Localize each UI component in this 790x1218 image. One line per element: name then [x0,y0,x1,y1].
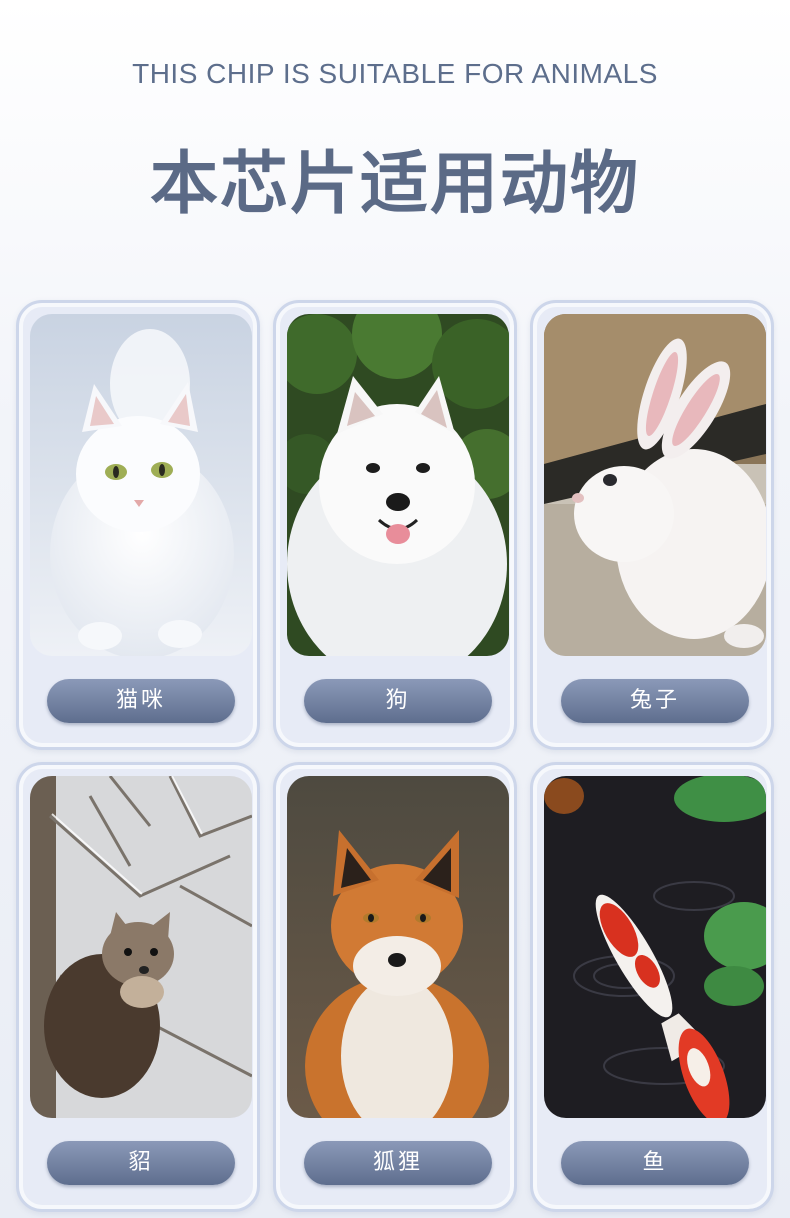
animal-label-fish: 鱼 [561,1141,749,1185]
animal-label-dog: 狗 [304,679,492,723]
white-cat-photo [30,314,252,656]
animal-card-fish: 鱼 [530,762,774,1212]
animal-label-fox: 狐狸 [304,1141,492,1185]
animal-card-fox: 狐狸 [273,762,517,1212]
animal-grid: 猫咪 狗 兔子 貂 狐狸 鱼 [16,300,778,1218]
samoyed-dog-photo [287,314,509,656]
animal-label-rabbit: 兔子 [561,679,749,723]
koi-fish-photo [544,776,766,1118]
marten-photo [30,776,252,1118]
animal-card-marten: 貂 [16,762,260,1212]
animal-card-dog: 狗 [273,300,517,750]
header-subtitle: THIS CHIP IS SUITABLE FOR ANIMALS [132,58,658,89]
animal-label-cat: 猫咪 [47,679,235,723]
animal-label-marten: 貂 [47,1141,235,1185]
animal-card-rabbit: 兔子 [530,300,774,750]
header-title: 本芯片适用动物 [149,145,640,224]
animal-card-cat: 猫咪 [16,300,260,750]
red-fox-photo [287,776,509,1118]
white-rabbit-photo [544,314,766,656]
